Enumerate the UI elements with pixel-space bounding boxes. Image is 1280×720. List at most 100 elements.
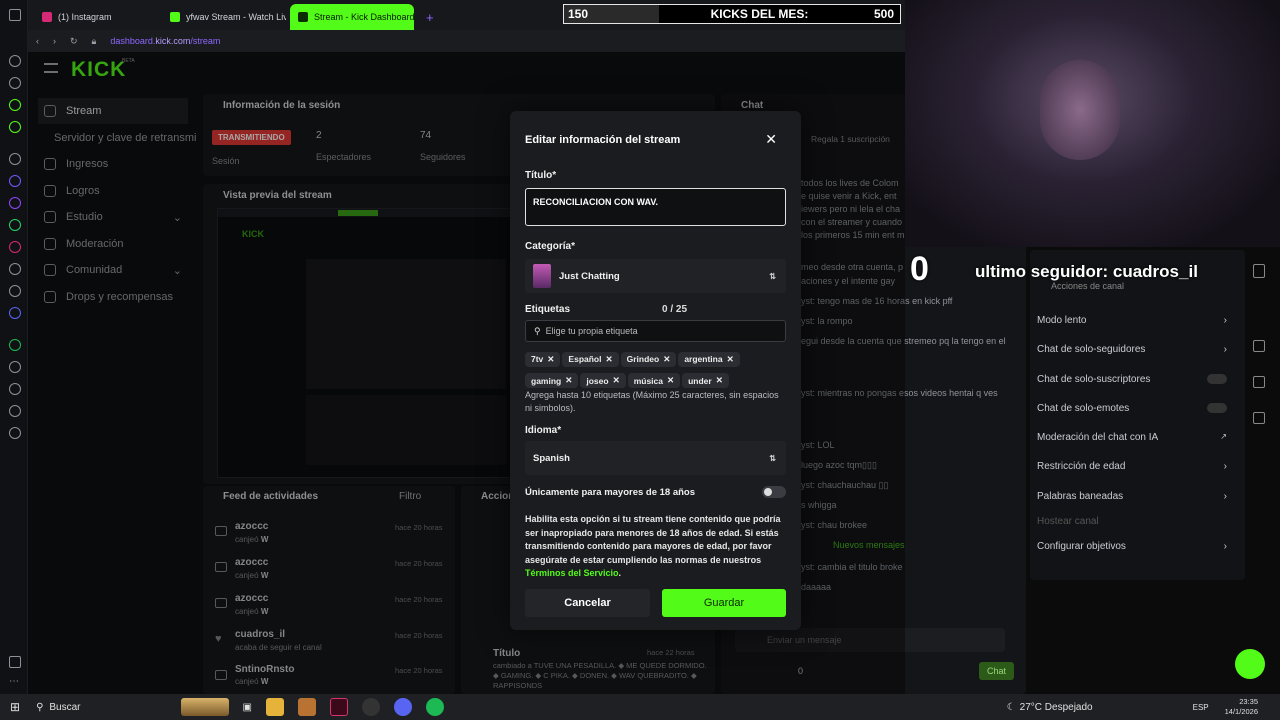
extensions-icon[interactable] xyxy=(9,405,21,417)
language-indicator[interactable]: ESP xyxy=(1193,703,1209,712)
close-icon: ✕ xyxy=(663,353,671,364)
tags-hint: Agrega hasta 10 etiquetas (Máximo 25 car… xyxy=(525,390,779,413)
gx-icon[interactable] xyxy=(9,656,21,668)
sidebar-app-icon[interactable] xyxy=(9,175,21,187)
discord-icon[interactable] xyxy=(393,698,412,716)
panel-icon[interactable] xyxy=(1253,264,1265,278)
twitch-icon[interactable] xyxy=(9,197,21,209)
panel-title: Acciones de canal xyxy=(1051,281,1125,291)
discord-icon[interactable] xyxy=(9,307,21,319)
whatsapp-icon[interactable] xyxy=(9,219,21,231)
opera-gx-icon[interactable] xyxy=(329,698,348,716)
action-host-channel[interactable]: Hostear canal xyxy=(1037,516,1227,527)
language-label: Idioma* xyxy=(525,425,562,436)
action-configure-goals[interactable]: Configurar objetivos › xyxy=(1037,541,1227,552)
app-icon[interactable] xyxy=(297,698,316,716)
obs-icon[interactable] xyxy=(361,698,380,716)
close-icon[interactable]: ✕ xyxy=(765,131,777,148)
chevron-right-icon: › xyxy=(1223,344,1227,355)
category-label: Categoría* xyxy=(525,241,576,252)
tag-chip[interactable]: joseo ✕ xyxy=(580,373,626,388)
terms-link[interactable]: Términos del Servicio xyxy=(525,568,619,578)
tag-list: 7tv ✕ Español ✕ Grindeo ✕ argentina ✕ gaming ✕ jo… xyxy=(525,349,795,392)
action-ai-moderation[interactable]: Moderación del chat con IA ↗ xyxy=(1037,432,1227,443)
forward-icon[interactable]: › xyxy=(53,36,56,46)
chatgpt-icon[interactable] xyxy=(9,153,21,165)
taskbar-search[interactable]: Buscar xyxy=(49,702,80,713)
file-explorer-icon[interactable] xyxy=(265,698,284,716)
adult-description: Habilita esta opción si tu stream tiene … xyxy=(525,514,781,578)
action-banned-words[interactable]: Palabras baneadas › xyxy=(1037,491,1227,502)
select-arrows-icon: ⇅ xyxy=(769,271,776,281)
spotify-icon[interactable] xyxy=(9,339,21,351)
windows-taskbar: ⊞ ⚲ Buscar ▣ ☾ 27°C Despejado ESP 23:35 1… xyxy=(0,694,1280,720)
chevron-right-icon: › xyxy=(1223,541,1227,552)
action-subscribers-only[interactable]: Chat de solo-suscriptores xyxy=(1037,374,1227,385)
tab-instagram[interactable]: (1) Instagram xyxy=(34,4,158,30)
select-arrows-icon: ⇅ xyxy=(769,453,776,463)
adult-toggle[interactable] xyxy=(762,486,786,498)
panel-icon[interactable] xyxy=(1253,376,1265,388)
spotify-icon[interactable] xyxy=(425,698,444,716)
action-slow-mode[interactable]: Modo lento › xyxy=(1037,315,1227,326)
menu-icon[interactable] xyxy=(9,9,21,21)
download-icon[interactable] xyxy=(9,383,21,395)
toggle-switch xyxy=(1207,403,1227,413)
settings-icon[interactable] xyxy=(9,427,21,439)
address-bar: ‹ › ↻ 🔒︎ dashboard.kick.com/stream xyxy=(28,30,905,52)
stream-title-input[interactable]: RECONCILIACION CON WAV. xyxy=(525,188,786,226)
right-tool-strip xyxy=(1245,252,1273,452)
last-follower-overlay: ultimo seguidor: cuadros_il xyxy=(975,262,1198,281)
instagram-icon[interactable] xyxy=(9,241,21,253)
lock-icon: 🔒︎ xyxy=(91,35,97,46)
title-label: Título* xyxy=(525,170,557,181)
tag-chip[interactable]: Grindeo ✕ xyxy=(620,351,677,367)
more-icon[interactable]: ⋯ xyxy=(9,677,21,690)
reload-icon[interactable]: ↻ xyxy=(70,36,78,47)
tag-chip[interactable]: under ✕ xyxy=(682,373,729,388)
category-select[interactable]: Just Chatting ⇅ xyxy=(525,259,786,293)
tab-yfwav-stream[interactable]: yfwav Stream - Watch Liv xyxy=(162,4,286,30)
kick-icon xyxy=(298,12,308,22)
panel-icon[interactable] xyxy=(1253,340,1265,352)
tab-kick-dashboard[interactable]: Stream - Kick Dashboard xyxy=(290,4,414,30)
language-select[interactable]: Spanish ⇅ xyxy=(525,441,786,475)
tag-chip[interactable]: argentina ✕ xyxy=(678,351,740,367)
sidebar-app-icon[interactable] xyxy=(9,55,21,67)
sidebar-app-icon[interactable] xyxy=(9,121,21,133)
modal-title: Editar información del stream xyxy=(525,134,681,146)
sidebar-app-icon[interactable] xyxy=(9,99,21,111)
tags-counter: 0 / 25 xyxy=(662,304,688,315)
action-followers-only[interactable]: Chat de solo-seguidores › xyxy=(1037,344,1227,355)
action-age-restriction[interactable]: Restricción de edad › xyxy=(1037,461,1227,472)
chat-send-button[interactable]: Chat xyxy=(979,662,1015,680)
cancel-button[interactable]: Cancelar xyxy=(525,589,650,617)
tag-search-input[interactable]: ⚲ Elige tu propia etiqueta xyxy=(525,320,786,342)
external-link-icon: ↗ xyxy=(1220,432,1227,441)
history-icon[interactable] xyxy=(9,361,21,373)
new-tab-button[interactable]: + xyxy=(418,4,438,30)
tag-chip[interactable]: 7tv ✕ xyxy=(525,351,561,367)
back-icon[interactable]: ‹ xyxy=(36,36,39,46)
chat-bubble-button[interactable] xyxy=(1235,649,1265,679)
clock[interactable]: 23:35 14/1/2026 xyxy=(1225,697,1258,717)
task-view-icon[interactable]: ▣ xyxy=(243,702,252,713)
tab-label: (1) Instagram xyxy=(58,12,112,22)
windows-start-icon[interactable]: ⊞ xyxy=(10,700,20,714)
wrench-icon[interactable] xyxy=(1253,412,1265,424)
close-icon: ✕ xyxy=(666,375,675,385)
x-icon[interactable] xyxy=(9,285,21,297)
action-emotes-only[interactable]: Chat de solo-emotes xyxy=(1037,403,1227,414)
tag-chip[interactable]: música ✕ xyxy=(627,373,681,388)
tag-chip[interactable]: Español ✕ xyxy=(562,351,619,367)
sidebar-app-icon[interactable] xyxy=(9,77,21,89)
widget-image[interactable] xyxy=(180,698,229,716)
search-icon: ⚲ xyxy=(36,701,44,713)
tiktok-icon[interactable] xyxy=(9,263,21,275)
tag-chip[interactable]: gaming ✕ xyxy=(525,373,579,388)
url-field[interactable]: dashboard.kick.com/stream xyxy=(110,36,220,46)
close-icon: ✕ xyxy=(565,375,573,385)
save-button[interactable]: Guardar xyxy=(662,589,786,617)
chevron-right-icon: › xyxy=(1223,491,1227,502)
weather-text[interactable]: 27°C Despejado xyxy=(1020,702,1093,713)
